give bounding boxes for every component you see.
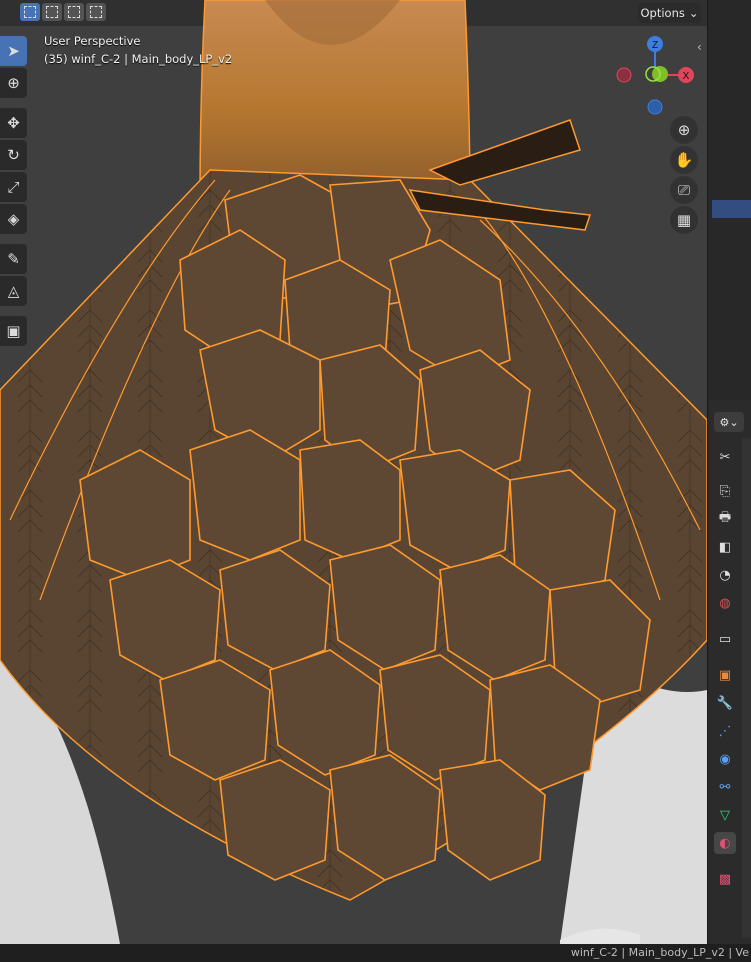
outliner[interactable] bbox=[708, 0, 751, 400]
select-box-tool-icon[interactable]: ➤ bbox=[0, 36, 27, 66]
add-cube-tool-icon[interactable]: ▣ bbox=[0, 316, 27, 346]
move-tool-icon[interactable]: ✥ bbox=[0, 108, 27, 138]
cursor-tool-icon[interactable]: ⊕ bbox=[0, 68, 27, 98]
chevron-down-icon: ⌄ bbox=[688, 6, 699, 20]
editor-type-icon[interactable]: ⚙⌄ bbox=[714, 412, 744, 432]
view-layer-tab-icon[interactable]: ◧ bbox=[714, 536, 736, 558]
data-tab-icon[interactable]: ▽ bbox=[714, 804, 736, 826]
object-info-label: (35) winf_C-2 | Main_body_LP_v2 bbox=[44, 52, 233, 66]
output-tab-icon[interactable]: 🖶 bbox=[714, 508, 736, 530]
tool-tab-icon[interactable]: ✂ bbox=[714, 446, 736, 468]
zoom-icon[interactable]: ⊕ bbox=[670, 116, 698, 144]
render-tab-icon[interactable]: ⎘ bbox=[714, 480, 736, 502]
world-tab-icon[interactable]: ◍ bbox=[714, 592, 736, 614]
options-label: Options bbox=[640, 6, 685, 20]
navigation-gizmo[interactable]: Z X bbox=[608, 30, 703, 120]
modifiers-tab-icon[interactable]: 🔧 bbox=[714, 692, 736, 714]
outliner-selected-row[interactable] bbox=[712, 200, 751, 218]
particles-tab-icon[interactable]: ⋰ bbox=[714, 720, 736, 742]
camera-icon[interactable]: ⎚ bbox=[670, 176, 698, 204]
perspective-label: User Perspective bbox=[44, 34, 141, 48]
physics-tab-icon[interactable]: ◉ bbox=[714, 748, 736, 770]
object-tab-icon[interactable]: ▣ bbox=[714, 664, 736, 686]
scene-tab-icon[interactable]: ◔ bbox=[714, 564, 736, 586]
bird-feather-render bbox=[0, 0, 707, 944]
measure-tool-icon[interactable]: ◬ bbox=[0, 276, 27, 306]
options-dropdown[interactable]: Options ⌄ bbox=[638, 3, 701, 23]
gizmo-x-label: X bbox=[683, 71, 690, 82]
pan-hand-icon[interactable]: ✋ bbox=[670, 146, 698, 174]
gizmo-z-label: Z bbox=[652, 40, 658, 51]
texture-tab-icon[interactable]: ▩ bbox=[714, 868, 736, 890]
3d-viewport[interactable]: Options ⌄ User Perspective (35) winf_C-2… bbox=[0, 0, 707, 944]
viewport-header: Options ⌄ bbox=[0, 0, 707, 26]
grid-icon[interactable]: ▦ bbox=[670, 206, 698, 234]
select-extend-icon[interactable] bbox=[42, 3, 62, 21]
properties-editor: ⚙⌄ ✂ ⎘ 🖶 ◧ ◔ ◍ ▭ ▣ 🔧 ⋰ ◉ ⚯ ▽ ◐ ▩ bbox=[708, 408, 751, 944]
tool-shelf: ➤ ⊕ ✥ ↻ ⤢ ◈ ✎ ◬ ▣ bbox=[0, 36, 27, 348]
constraints-tab-icon[interactable]: ⚯ bbox=[714, 776, 736, 798]
status-bar-text: winf_C-2 | Main_body_LP_v2 | Ve bbox=[570, 946, 749, 959]
properties-content bbox=[742, 438, 751, 938]
transform-tool-icon[interactable]: ◈ bbox=[0, 204, 27, 234]
select-subtract-icon[interactable] bbox=[64, 3, 84, 21]
selection-mode-group bbox=[20, 3, 106, 21]
right-panel: ⚙⌄ ✂ ⎘ 🖶 ◧ ◔ ◍ ▭ ▣ 🔧 ⋰ ◉ ⚯ ▽ ◐ ▩ bbox=[707, 0, 751, 944]
select-intersect-icon[interactable] bbox=[86, 3, 106, 21]
material-tab-icon[interactable]: ◐ bbox=[714, 832, 736, 854]
select-new-icon[interactable] bbox=[20, 3, 40, 21]
scale-tool-icon[interactable]: ⤢ bbox=[0, 172, 27, 202]
status-bar: winf_C-2 | Main_body_LP_v2 | Ve bbox=[0, 944, 751, 962]
rotate-tool-icon[interactable]: ↻ bbox=[0, 140, 27, 170]
annotate-tool-icon[interactable]: ✎ bbox=[0, 244, 27, 274]
collection-tab-icon[interactable]: ▭ bbox=[714, 628, 736, 650]
